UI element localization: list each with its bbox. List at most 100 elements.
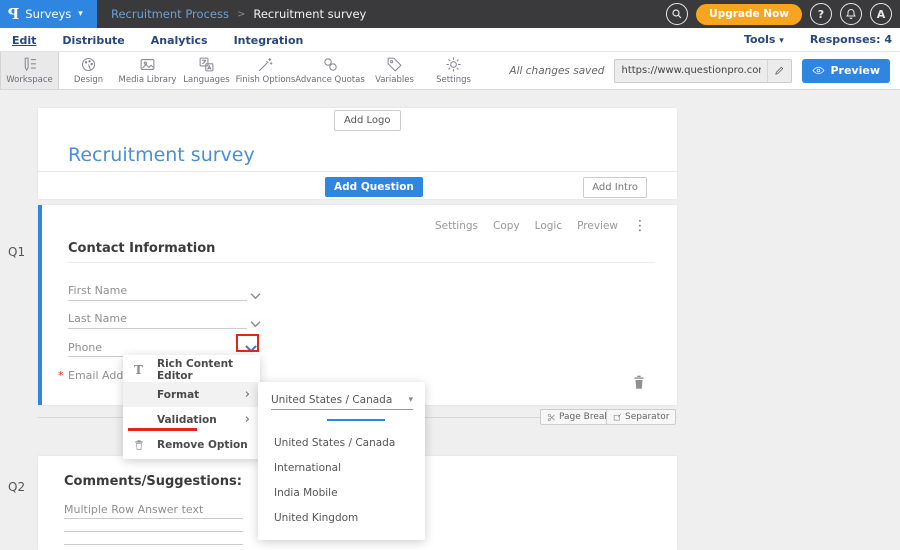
field-last-name[interactable]: Last Name [68, 312, 127, 325]
format-option-us-canada[interactable]: United States / Canada [274, 437, 395, 449]
menu-item-format[interactable]: Format › [123, 382, 260, 407]
nav-right: Tools ▾ Responses: 4 [744, 33, 900, 46]
help-button[interactable]: ? [810, 3, 832, 25]
survey-header-card: Add Logo Recruitment survey Add Question… [38, 108, 677, 199]
preview-button[interactable]: Preview [802, 59, 890, 83]
question-actions: Settings Copy Logic Preview ⋮ [435, 218, 647, 234]
add-logo-button[interactable]: Add Logo [334, 110, 401, 131]
media-library-icon [139, 56, 156, 73]
field-dropdown-last-name[interactable] [249, 313, 262, 332]
tab-distribute[interactable]: Distribute [60, 30, 126, 50]
chevron-down-icon [249, 292, 262, 300]
format-active-indicator [327, 419, 385, 421]
menu-item-remove-option[interactable]: Remove Option [123, 432, 260, 457]
toolbar-item-languages[interactable]: Languages [177, 52, 236, 89]
separator-button[interactable]: Separator [606, 409, 676, 425]
text-format-icon: T [134, 363, 143, 377]
toolbar-item-variables[interactable]: Variables [365, 52, 424, 89]
menu-item-validation[interactable]: Validation › [123, 407, 260, 432]
scissors-icon [547, 413, 556, 422]
tab-analytics[interactable]: Analytics [149, 30, 210, 50]
delete-question-button[interactable] [632, 374, 646, 394]
toolbar-item-workspace[interactable]: Workspace [0, 52, 59, 89]
questionpro-logo-icon: P [8, 5, 19, 23]
survey-url-box [614, 59, 792, 83]
search-button[interactable] [666, 3, 688, 25]
toolbar-item-design[interactable]: Design [59, 52, 118, 89]
field-dropdown-first-name[interactable] [249, 285, 262, 304]
multirow-answer-placeholder[interactable]: Multiple Row Answer text [64, 503, 203, 516]
variables-icon [386, 56, 403, 73]
answer-line [64, 518, 243, 519]
add-question-button[interactable]: Add Question [325, 177, 423, 197]
eye-icon [812, 64, 825, 77]
design-icon [80, 56, 97, 73]
survey-title[interactable]: Recruitment survey [68, 144, 255, 166]
separator-icon [613, 413, 622, 422]
caret-down-icon: ▾ [779, 36, 784, 46]
format-option-international[interactable]: International [274, 462, 341, 474]
question-logic-link[interactable]: Logic [535, 220, 562, 232]
format-select[interactable]: United States / Canada ▾ [271, 390, 413, 410]
question-copy-link[interactable]: Copy [493, 220, 520, 232]
field-underline [68, 328, 247, 329]
answer-line [64, 544, 243, 545]
option-context-menu: T Rich Content Editor Format › Validatio… [123, 355, 260, 459]
toolbar-item-advance-quotas[interactable]: Advance Quotas [295, 52, 365, 89]
more-options-icon[interactable]: ⋮ [633, 218, 647, 234]
field-underline [68, 300, 247, 301]
question-number-q1: Q1 [8, 245, 25, 259]
topbar-actions: Upgrade Now ? A [666, 3, 900, 25]
chevron-right-icon: › [245, 387, 250, 402]
finish-options-icon [257, 56, 274, 73]
nav-bar: Edit Distribute Analytics Integration To… [0, 28, 900, 52]
responses-link[interactable]: Responses: 4 [810, 33, 892, 46]
breadcrumb-separator: > [237, 9, 245, 20]
trash-icon [632, 374, 646, 390]
survey-editor-window: P Surveys ▾ Recruitment Process > Recrui… [0, 0, 900, 550]
chevron-down-icon [249, 320, 262, 328]
toolbar-item-media-library[interactable]: Media Library [118, 52, 177, 89]
product-name: Surveys [25, 7, 71, 21]
notifications-button[interactable] [840, 3, 862, 25]
chevron-right-icon: › [245, 412, 250, 427]
add-intro-button[interactable]: Add Intro [583, 177, 647, 198]
upgrade-now-button[interactable]: Upgrade Now [696, 4, 802, 25]
question-number-q2: Q2 [8, 480, 25, 494]
question-preview-link[interactable]: Preview [577, 220, 618, 232]
annotation-phone-dropdown-box [236, 334, 259, 352]
tab-integration[interactable]: Integration [232, 30, 306, 50]
avatar[interactable]: A [870, 3, 892, 25]
survey-url-input[interactable] [615, 65, 767, 76]
question-settings-link[interactable]: Settings [435, 220, 478, 232]
heading-divider [68, 262, 655, 263]
toolbar-item-finish-options[interactable]: Finish Options [236, 52, 295, 89]
question-heading[interactable]: Contact Information [68, 241, 215, 256]
top-bar: P Surveys ▾ Recruitment Process > Recrui… [0, 0, 900, 28]
bell-icon [845, 8, 857, 20]
nav-tabs: Edit Distribute Analytics Integration [0, 30, 305, 50]
breadcrumb-survey-name: Recruitment survey [253, 7, 366, 21]
answer-line [64, 531, 243, 532]
format-submenu: United States / Canada ▾ United States /… [258, 382, 425, 540]
caret-down-icon: ▾ [78, 9, 83, 19]
question-heading[interactable]: Comments/Suggestions: [64, 474, 242, 489]
tab-edit[interactable]: Edit [10, 30, 38, 50]
breadcrumb: Recruitment Process > Recruitment survey [111, 7, 366, 21]
breadcrumb-folder[interactable]: Recruitment Process [111, 7, 229, 21]
trash-icon [134, 439, 144, 451]
field-first-name[interactable]: First Name [68, 284, 127, 297]
toolbar-item-settings[interactable]: Settings [424, 52, 483, 89]
format-option-india-mobile[interactable]: India Mobile [274, 487, 338, 499]
field-phone[interactable]: Phone [68, 341, 102, 354]
surveys-menu[interactable]: P Surveys ▾ [0, 0, 97, 28]
workspace-icon [21, 56, 38, 73]
menu-item-rich-content-editor[interactable]: T Rich Content Editor [123, 357, 260, 382]
format-option-united-kingdom[interactable]: United Kingdom [274, 512, 358, 524]
caret-down-icon: ▾ [408, 395, 413, 405]
edit-url-button[interactable] [767, 59, 791, 83]
tools-menu[interactable]: Tools ▾ [744, 33, 784, 46]
survey-button-strip: Add Question Add Intro [38, 171, 677, 199]
search-icon [671, 8, 683, 20]
settings-icon [445, 56, 462, 73]
